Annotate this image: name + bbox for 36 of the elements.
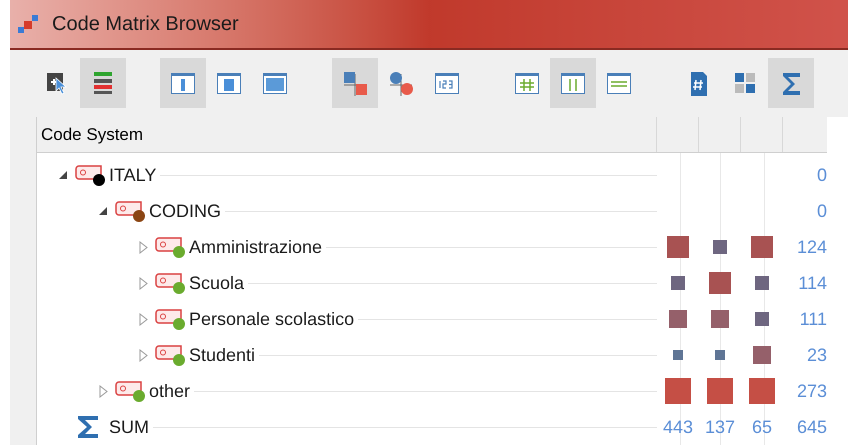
row-total: 111 [800, 308, 827, 330]
collapsed-arrow-icon[interactable] [138, 312, 148, 326]
code-label[interactable]: Scuola [189, 270, 244, 296]
expanded-arrow-icon[interactable] [98, 206, 108, 216]
column-total: 65 [752, 416, 772, 438]
circles-icon [388, 70, 414, 96]
collapsed-arrow-icon[interactable] [138, 240, 148, 254]
row-total: 114 [798, 272, 827, 294]
row-total: 0 [816, 200, 827, 222]
toolbar-button[interactable] [160, 58, 206, 108]
code-label[interactable]: Amministrazione [189, 234, 322, 260]
row-total: 273 [796, 380, 827, 402]
row-total: 124 [796, 236, 827, 258]
select-icon [44, 70, 70, 96]
toolbar-button[interactable] [768, 58, 814, 108]
window-title: Code Matrix Browser [52, 12, 239, 37]
sum-icon [75, 414, 101, 440]
app-icon [18, 12, 40, 35]
row-total: 23 [806, 344, 827, 366]
column-total: 137 [704, 416, 736, 438]
expanded-arrow-icon[interactable] [58, 170, 68, 180]
toolbar-button[interactable] [550, 58, 596, 108]
toolbar-button[interactable] [80, 58, 126, 108]
code-label[interactable]: ITALY [109, 162, 156, 188]
sum-label[interactable]: SUM [109, 414, 149, 440]
row-total: 0 [816, 164, 827, 186]
code-label[interactable]: Studenti [189, 342, 256, 368]
code-label[interactable]: Personale scolastico [189, 306, 354, 332]
collapsed-arrow-icon[interactable] [138, 276, 148, 290]
code-label[interactable]: CODING [149, 198, 221, 224]
column-total: 443 [662, 416, 694, 438]
squares-icon [342, 70, 368, 96]
row-total: 645 [796, 416, 827, 438]
collapsed-arrow-icon[interactable] [98, 384, 108, 398]
collapsed-arrow-icon[interactable] [138, 348, 148, 362]
code-label[interactable]: other [149, 378, 190, 404]
